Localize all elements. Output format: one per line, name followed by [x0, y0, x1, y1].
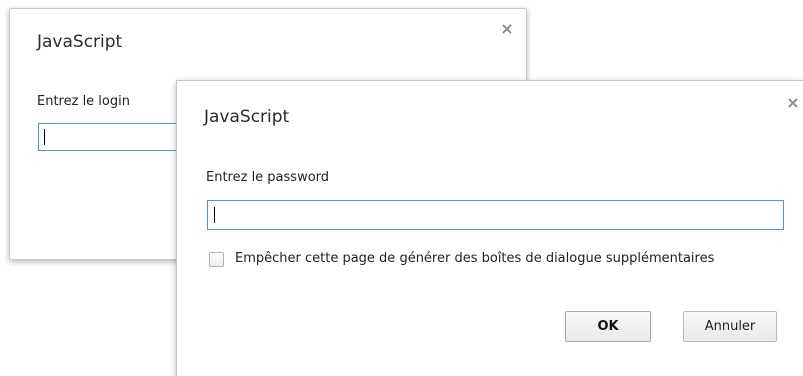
close-icon[interactable]: × [786, 95, 800, 111]
login-prompt-label: Entrez le login [37, 94, 130, 109]
suppress-dialogs-checkbox[interactable] [209, 252, 224, 267]
cancel-button[interactable]: Annuler [683, 311, 777, 342]
ok-button[interactable]: OK [565, 311, 651, 342]
password-input[interactable] [207, 200, 784, 230]
text-caret [44, 129, 45, 145]
login-input[interactable] [38, 123, 198, 151]
suppress-dialogs-label[interactable]: Empêcher cette page de générer des boîte… [235, 251, 714, 266]
password-prompt-dialog: JavaScript × Entrez le password Empêcher… [176, 80, 803, 376]
password-prompt-label: Entrez le password [206, 170, 330, 185]
close-icon[interactable]: × [500, 21, 514, 37]
dialog-title: JavaScript [204, 107, 290, 127]
text-caret [214, 207, 215, 223]
dialog-title: JavaScript [37, 32, 123, 52]
